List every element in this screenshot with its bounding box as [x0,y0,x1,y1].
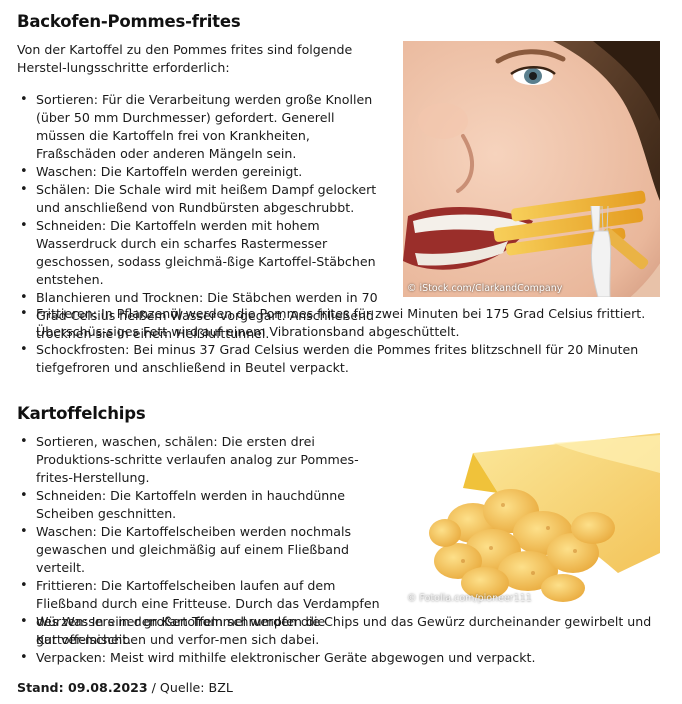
source-label: Quelle: BZL [159,680,233,695]
section-title-chips: Kartoffelchips [17,404,146,423]
section-intro: Von der Kartoffel zu den Pommes frites s… [17,42,353,75]
chips-steps-list-wide: Würzen: In einer großen Trommel werden d… [17,613,657,667]
footer-separator: / [147,680,160,695]
list-item: Schockfrosten: Bei minus 37 Grad Celsius… [17,341,657,377]
list-item: Frittieren: In Pflanzenöl werden die Pom… [17,305,657,341]
list-item: Schälen: Die Schale wird mit heißem Damp… [17,181,387,217]
image-credit: © Fotolia.com/pioneer111 [407,593,532,604]
list-item: Schneiden: Die Kartoffeln werden in hauc… [17,487,387,523]
list-item: Würzen: In einer großen Trommel werden d… [17,613,657,649]
child-eating-fries-photo: © iStock.com/ClarkandCompany [403,41,660,297]
section-title-pommes: Backofen-Pommes-frites [17,12,241,31]
list-item: Verpacken: Meist wird mithilfe elektroni… [17,649,657,667]
image-credit: © iStock.com/ClarkandCompany [407,283,563,294]
list-item: Sortieren: Für die Verarbeitung werden g… [17,91,387,163]
list-item: Waschen: Die Kartoffeln werden gereinigt… [17,163,387,181]
footer-meta: Stand: 09.08.2023 / Quelle: BZL [17,680,233,695]
list-item: Sortieren, waschen, schälen: Die ersten … [17,433,387,487]
potato-chips-photo: © Fotolia.com/pioneer111 [403,433,660,607]
pommes-steps-list-wide: Frittieren: In Pflanzenöl werden die Pom… [17,305,657,377]
stand-date: Stand: 09.08.2023 [17,680,148,695]
fries-photo-illustration [403,41,660,297]
list-item: Schneiden: Die Kartoffeln werden mit hoh… [17,217,387,289]
list-item: Waschen: Die Kartoffelscheiben werden no… [17,523,387,577]
chips-photo-illustration [429,433,660,602]
